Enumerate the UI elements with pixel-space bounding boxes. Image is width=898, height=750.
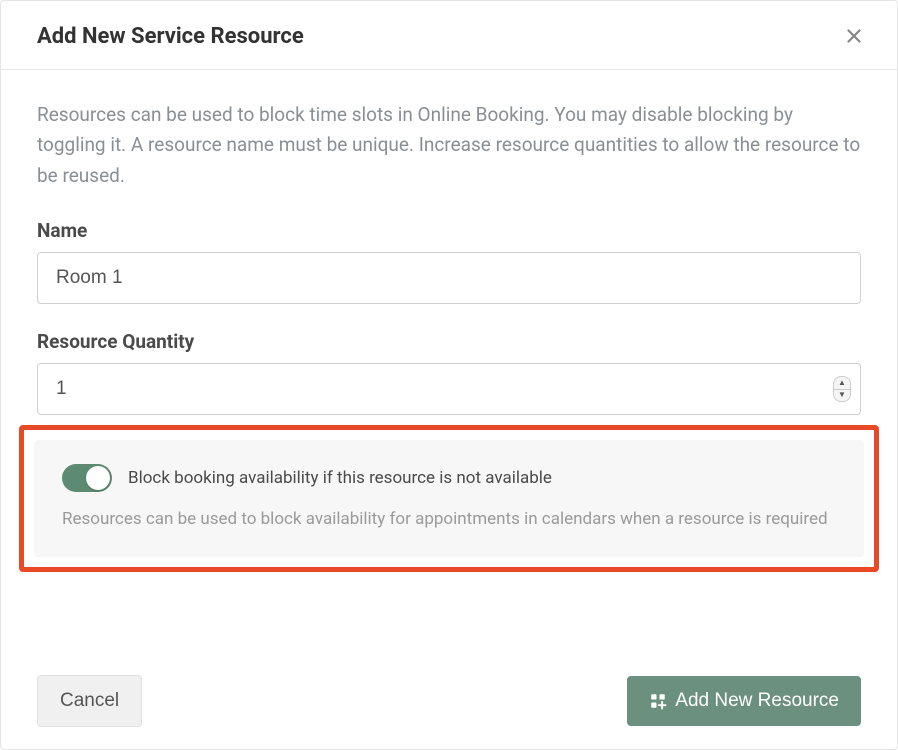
- toggle-description: Resources can be used to block availabil…: [62, 506, 836, 533]
- quantity-field-group: Resource Quantity ▲ ▼: [37, 330, 861, 415]
- chevron-down-icon: ▼: [838, 391, 846, 399]
- name-field-group: Name: [37, 219, 861, 304]
- close-icon: [843, 25, 865, 47]
- add-grid-icon: [649, 692, 667, 710]
- close-button[interactable]: [839, 21, 869, 51]
- block-availability-toggle[interactable]: [62, 464, 112, 492]
- block-availability-panel: Block booking availability if this resou…: [34, 440, 864, 557]
- modal-footer: Cancel Add New Resource: [1, 663, 897, 749]
- add-resource-button[interactable]: Add New Resource: [627, 676, 861, 726]
- cancel-button-label: Cancel: [60, 690, 119, 712]
- name-input[interactable]: [37, 252, 861, 304]
- quantity-input-wrapper: ▲ ▼: [37, 363, 861, 415]
- add-resource-button-label: Add New Resource: [675, 690, 839, 712]
- highlight-annotation: Block booking availability if this resou…: [19, 425, 879, 572]
- quantity-increment[interactable]: ▲: [834, 377, 850, 390]
- modal-header: Add New Service Resource: [1, 1, 897, 70]
- quantity-decrement[interactable]: ▼: [834, 390, 850, 402]
- name-label: Name: [37, 219, 861, 242]
- toggle-knob: [86, 466, 110, 490]
- add-resource-modal: Add New Service Resource Resources can b…: [0, 0, 898, 750]
- modal-title: Add New Service Resource: [37, 24, 304, 49]
- modal-body: Resources can be used to block time slot…: [1, 70, 897, 663]
- chevron-up-icon: ▲: [838, 379, 846, 387]
- quantity-label: Resource Quantity: [37, 330, 861, 353]
- modal-description: Resources can be used to block time slot…: [37, 100, 861, 191]
- toggle-row: Block booking availability if this resou…: [62, 464, 836, 492]
- cancel-button[interactable]: Cancel: [37, 675, 142, 727]
- quantity-input[interactable]: [37, 363, 861, 415]
- quantity-spinner: ▲ ▼: [833, 376, 851, 402]
- toggle-label: Block booking availability if this resou…: [128, 468, 552, 488]
